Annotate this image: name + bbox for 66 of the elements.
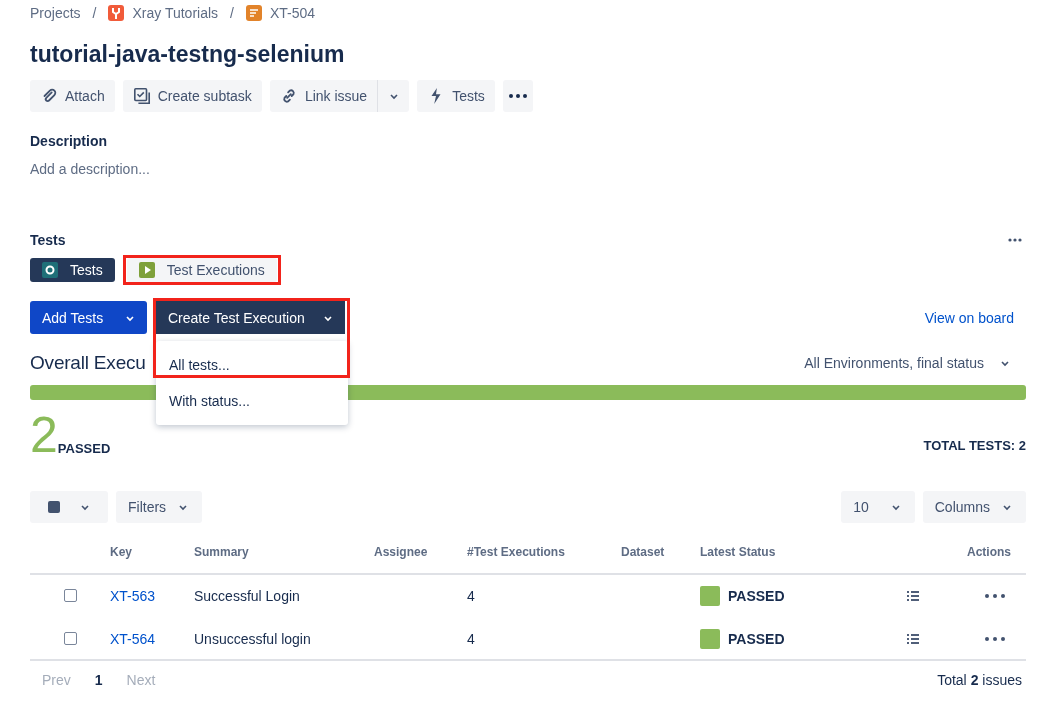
table-cell: 4 bbox=[467, 587, 475, 604]
column-header[interactable]: Latest Status bbox=[700, 545, 776, 559]
wrench-icon bbox=[108, 5, 125, 21]
action-button[interactable]: Create subtask bbox=[122, 80, 262, 112]
breadcrumb-separator: / bbox=[230, 5, 234, 21]
issue-title: tutorial-java-testng-selenium bbox=[30, 40, 346, 68]
caret-icon bbox=[890, 502, 901, 512]
total-tests: TOTAL TESTS: 2 bbox=[923, 438, 1026, 453]
more-icon[interactable] bbox=[1008, 238, 1022, 242]
breadcrumb-link[interactable]: Xray Tutorials bbox=[132, 5, 219, 21]
action-button[interactable]: Link issue bbox=[269, 80, 378, 112]
environment-dropdown[interactable]: All Environments, final status bbox=[804, 355, 1010, 371]
section-heading: Description bbox=[30, 133, 108, 149]
add-tests-button[interactable]: Add Tests bbox=[30, 301, 147, 334]
column-header[interactable]: #Test Executions bbox=[467, 545, 565, 559]
action-button[interactable]: Tests bbox=[417, 80, 495, 112]
row-checkbox[interactable] bbox=[63, 589, 77, 602]
column-header[interactable]: Dataset bbox=[621, 545, 665, 559]
issue-key-link[interactable]: XT-564 bbox=[110, 630, 156, 647]
column-header[interactable]: Key bbox=[110, 545, 132, 559]
passed-label: PASSED bbox=[57, 441, 111, 456]
caret-icon bbox=[178, 502, 189, 512]
status-label: PASSED bbox=[728, 587, 785, 604]
caret-icon bbox=[1000, 358, 1010, 368]
description-field[interactable]: Add a description... bbox=[30, 161, 1026, 177]
section-heading: Tests bbox=[30, 232, 66, 248]
list-icon[interactable] bbox=[907, 633, 919, 644]
caret-icon bbox=[1002, 502, 1012, 512]
table-cell: 4 bbox=[467, 630, 475, 647]
table-cell: Unsuccessful login bbox=[194, 630, 311, 647]
more-icon[interactable] bbox=[985, 593, 1005, 598]
status-label: PASSED bbox=[728, 630, 785, 647]
passed-count: 2 bbox=[30, 412, 58, 458]
list-icon[interactable] bbox=[907, 590, 919, 601]
action-button[interactable]: Attach bbox=[30, 80, 115, 112]
page-number[interactable]: 1 bbox=[82, 672, 115, 688]
filters-dropdown[interactable]: Filters bbox=[116, 491, 203, 523]
caret-icon bbox=[388, 91, 399, 101]
tab[interactable]: Test Executions bbox=[126, 258, 277, 282]
circle-icon bbox=[42, 262, 58, 278]
column-header[interactable]: Summary bbox=[194, 545, 249, 559]
breadcrumb-link[interactable]: XT-504 bbox=[269, 5, 316, 21]
table-cell: Successful Login bbox=[194, 587, 300, 604]
checkbox-icon bbox=[132, 87, 151, 105]
column-header[interactable]: Assignee bbox=[374, 545, 428, 559]
page-size-dropdown[interactable]: 10 bbox=[841, 491, 915, 523]
breadcrumb-separator: / bbox=[92, 5, 97, 21]
menu-item[interactable]: With status... bbox=[156, 383, 348, 419]
column-header[interactable]: Actions bbox=[967, 545, 1011, 559]
columns-dropdown[interactable]: Columns bbox=[922, 491, 1026, 523]
select-dropdown[interactable] bbox=[30, 491, 108, 523]
document-icon bbox=[245, 5, 262, 21]
more-button[interactable] bbox=[502, 80, 533, 112]
caret-icon bbox=[80, 502, 90, 512]
create-test-execution-button[interactable]: Create Test Execution bbox=[156, 301, 345, 334]
more-icon bbox=[508, 94, 527, 98]
menu-item[interactable]: All tests... bbox=[156, 347, 348, 383]
breadcrumb-link[interactable]: Projects bbox=[30, 5, 81, 21]
tab[interactable]: Tests bbox=[30, 258, 115, 282]
more-icon[interactable] bbox=[985, 636, 1005, 641]
play-icon bbox=[138, 262, 155, 278]
total-issues: Total 2 issues bbox=[937, 672, 1022, 688]
section-heading: Overall Execu bbox=[30, 352, 146, 374]
issue-key-link[interactable]: XT-563 bbox=[110, 587, 156, 604]
row-checkbox[interactable] bbox=[63, 632, 77, 645]
view-on-board-link[interactable]: View on board bbox=[924, 309, 1014, 326]
